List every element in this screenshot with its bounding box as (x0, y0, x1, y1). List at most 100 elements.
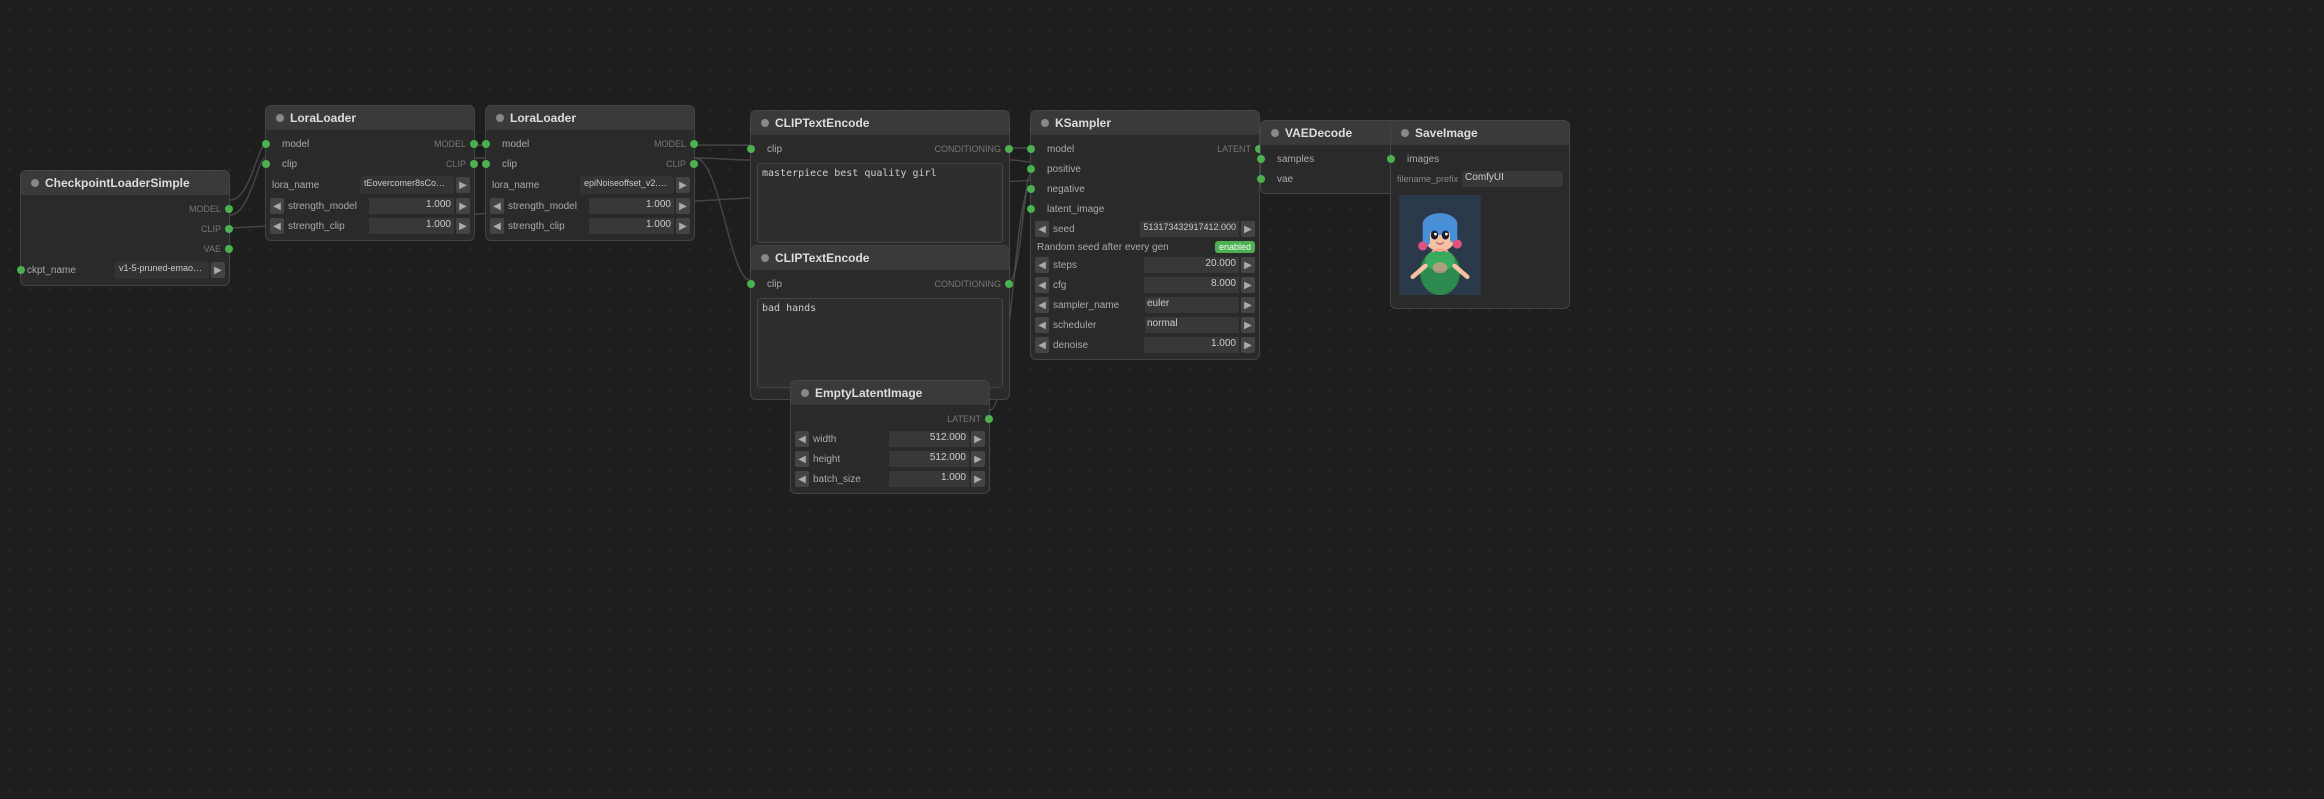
empty-latent-port[interactable] (985, 415, 993, 423)
ksampler-cfg-next[interactable]: ▶ (1241, 277, 1255, 293)
checkpoint-clip-type: CLIP (201, 224, 221, 234)
lora1-model-out-port[interactable] (470, 140, 478, 148)
checkpoint-loader-node: CheckpointLoaderSimple MODEL CLIP VAE ck… (20, 170, 230, 286)
ksampler-denoise-next[interactable]: ▶ (1241, 337, 1255, 353)
ksampler-seed-prev[interactable]: ◀ (1035, 221, 1049, 237)
empty-latent-type: LATENT (947, 414, 981, 424)
lora1-body: model MODEL clip CLIP lora_name tEoverco… (266, 130, 474, 240)
lora2-strength-model-next[interactable]: ▶ (676, 198, 690, 214)
ksampler-sampler-prev[interactable]: ◀ (1035, 297, 1049, 313)
checkpoint-loader-body: MODEL CLIP VAE ckpt_name v1-5-pruned-ema… (21, 195, 229, 285)
lora2-clip-in-port[interactable] (482, 160, 490, 168)
checkpoint-model-port[interactable] (225, 205, 233, 213)
lora1-loraname-label: lora_name (270, 180, 358, 191)
vae-decode-samples-port[interactable] (1257, 155, 1265, 163)
lora1-loraname-field[interactable]: tEovercomer8sContrastFix_sd15.safetensor… (360, 176, 454, 194)
empty-latent-title: EmptyLatentImage (815, 386, 922, 400)
lora1-strength-model-next[interactable]: ▶ (456, 198, 470, 214)
lora1-model-in-port[interactable] (262, 140, 270, 148)
ksampler-positive-port[interactable] (1027, 165, 1035, 173)
checkpoint-clip-port[interactable] (225, 225, 233, 233)
ksampler-seed-row: ◀ seed 513173432917412.000 ▶ (1031, 219, 1259, 239)
ksampler-cfg-label: cfg (1051, 280, 1142, 291)
empty-latent-width-value: 512.000 (889, 431, 969, 447)
checkpoint-vae-port[interactable] (225, 245, 233, 253)
checkpoint-ckpt-field[interactable]: v1-5-pruned-emaonly.ckpt (115, 261, 209, 279)
lora1-strength-clip-row: ◀ strength_clip 1.000 ▶ (266, 216, 474, 236)
clip-pos-conditioning-port[interactable] (1005, 145, 1013, 153)
clip-neg-title: CLIPTextEncode (775, 251, 869, 265)
lora2-model-in-label: model (494, 139, 654, 150)
ksampler-random-seed-toggle[interactable]: enabled (1215, 241, 1255, 253)
clip-pos-header-dot (761, 119, 769, 127)
save-image-filename-field[interactable]: ComfyUI (1462, 171, 1563, 187)
lora2-loraname-next[interactable]: ▶ (676, 177, 690, 193)
clip-pos-text-field[interactable]: masterpiece best quality girl (757, 163, 1003, 243)
checkpoint-model-row: MODEL (21, 199, 229, 219)
lora2-clip-input: clip CLIP (486, 154, 694, 174)
clip-pos-clip-port[interactable] (747, 145, 755, 153)
checkpoint-vae-row: VAE (21, 239, 229, 259)
lora1-clip-out-port[interactable] (470, 160, 478, 168)
vae-decode-title: VAEDecode (1285, 126, 1352, 140)
ksampler-scheduler-next[interactable]: ▶ (1241, 317, 1255, 333)
ksampler-seed-label: seed (1051, 224, 1138, 235)
ksampler-negative-port[interactable] (1027, 185, 1035, 193)
lora2-strength-clip-prev[interactable]: ◀ (490, 218, 504, 234)
ksampler-model-port[interactable] (1027, 145, 1035, 153)
save-image-preview (1391, 189, 1569, 304)
lora2-strength-model-prev[interactable]: ◀ (490, 198, 504, 214)
clip-pos-clip-row: clip CONDITIONING (751, 139, 1009, 159)
clip-neg-clip-label: clip (759, 279, 935, 290)
lora2-loraname-field[interactable]: epiNoiseoffset_v2.safetensors (580, 176, 674, 194)
save-image-title: SaveImage (1415, 126, 1478, 140)
checkpoint-ckpt-port-left[interactable] (17, 266, 25, 274)
clip-neg-clip-port[interactable] (747, 280, 755, 288)
save-image-filename-row: filename_prefix ComfyUI (1391, 169, 1569, 189)
ksampler-seed-next[interactable]: ▶ (1241, 221, 1255, 237)
node-canvas[interactable]: CheckpointLoaderSimple MODEL CLIP VAE ck… (0, 0, 2324, 799)
ksampler-steps-next[interactable]: ▶ (1241, 257, 1255, 273)
checkpoint-ckpt-label: ckpt_name (25, 265, 113, 276)
clip-neg-conditioning-port[interactable] (1005, 280, 1013, 288)
ksampler-latent-image-port[interactable] (1027, 205, 1035, 213)
lora2-strength-clip-next[interactable]: ▶ (676, 218, 690, 234)
lora2-clip-out-port[interactable] (690, 160, 698, 168)
empty-latent-height-next[interactable]: ▶ (971, 451, 985, 467)
lora2-body: model MODEL clip CLIP lora_name epiNoise… (486, 130, 694, 240)
vae-decode-vae-port[interactable] (1257, 175, 1265, 183)
lora1-loraname-next[interactable]: ▶ (456, 177, 470, 193)
empty-latent-width-prev[interactable]: ◀ (795, 431, 809, 447)
ksampler-scheduler-prev[interactable]: ◀ (1035, 317, 1049, 333)
lora2-strength-clip-value: 1.000 (589, 218, 674, 234)
empty-latent-output-row: LATENT (791, 409, 989, 429)
empty-latent-batch-next[interactable]: ▶ (971, 471, 985, 487)
clip-neg-text-field[interactable]: bad hands (757, 298, 1003, 388)
empty-latent-width-next[interactable]: ▶ (971, 431, 985, 447)
save-image-header: SaveImage (1391, 121, 1569, 145)
lora1-strength-model-prev[interactable]: ◀ (270, 198, 284, 214)
empty-latent-batch-prev[interactable]: ◀ (795, 471, 809, 487)
checkpoint-ckpt-next[interactable]: ▶ (211, 262, 225, 278)
lora1-clip-in-label: clip (274, 159, 446, 170)
lora1-clip-in-port[interactable] (262, 160, 270, 168)
clip-neg-clip-row: clip CONDITIONING (751, 274, 1009, 294)
lora2-clip-out-type: CLIP (666, 159, 686, 169)
lora2-model-in-port[interactable] (482, 140, 490, 148)
lora1-strength-clip-next[interactable]: ▶ (456, 218, 470, 234)
ksampler-denoise-prev[interactable]: ◀ (1035, 337, 1049, 353)
ksampler-cfg-prev[interactable]: ◀ (1035, 277, 1049, 293)
lora2-strength-model-row: ◀ strength_model 1.000 ▶ (486, 196, 694, 216)
ksampler-steps-prev[interactable]: ◀ (1035, 257, 1049, 273)
lora2-strength-clip-label: strength_clip (506, 221, 587, 232)
lora2-model-out-port[interactable] (690, 140, 698, 148)
empty-latent-height-prev[interactable]: ◀ (795, 451, 809, 467)
ksampler-sampler-next[interactable]: ▶ (1241, 297, 1255, 313)
ksampler-sampler-label: sampler_name (1051, 300, 1143, 311)
save-image-images-port[interactable] (1387, 155, 1395, 163)
ksampler-sampler-value: euler (1145, 297, 1239, 313)
lora2-header: LoraLoader (486, 106, 694, 130)
lora1-model-input: model MODEL (266, 134, 474, 154)
lora1-strength-clip-prev[interactable]: ◀ (270, 218, 284, 234)
ksampler-denoise-value: 1.000 (1144, 337, 1239, 353)
